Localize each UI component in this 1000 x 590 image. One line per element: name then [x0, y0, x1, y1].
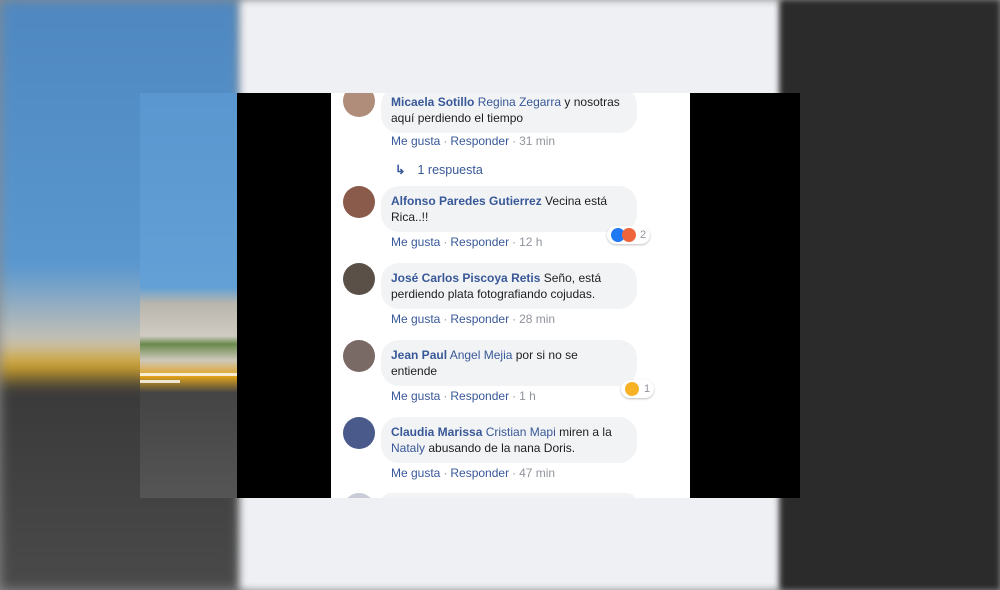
comment-author[interactable]: Micaela Sotillo [391, 95, 474, 109]
comment-bubble: Alfonso Paredes Gutierrez Vecina está Ri… [381, 186, 637, 232]
comment-actions: Me gusta · Responder · 1 h [391, 389, 536, 403]
avatar[interactable] [343, 493, 375, 498]
comments-panel: Micaela Sotillo Regina Zegarra y nosotra… [331, 93, 690, 498]
like-link[interactable]: Me gusta [391, 312, 440, 326]
tagged-user[interactable]: Angel Mejia [450, 348, 513, 362]
timestamp[interactable]: 12 h [519, 235, 542, 249]
view-replies-link[interactable]: ↳ 1 respuesta [395, 162, 483, 177]
timestamp[interactable]: 28 min [519, 312, 555, 326]
reply-link[interactable]: Responder [450, 389, 509, 403]
reply-link[interactable]: Responder [450, 466, 509, 480]
reaction-count[interactable]: 2 [607, 226, 651, 244]
avatar[interactable] [343, 93, 375, 117]
angry-reaction-icon [622, 228, 636, 242]
reply-arrow-icon: ↳ [395, 163, 406, 177]
screenshot-frame: Micaela Sotillo Regina Zegarra y nosotra… [140, 93, 800, 498]
reaction-count[interactable]: 1 [621, 380, 655, 398]
comment-author[interactable]: José Carlos Piscoya Retis [391, 271, 540, 285]
comment-bubble [381, 493, 637, 498]
avatar[interactable] [343, 417, 375, 449]
avatar[interactable] [343, 186, 375, 218]
comment-text: abusando de la nana Doris. [425, 441, 576, 455]
timestamp[interactable]: 47 min [519, 466, 555, 480]
street-photo [140, 93, 237, 498]
like-link[interactable]: Me gusta [391, 134, 440, 148]
comment-text-pre: miren a la [555, 425, 612, 439]
reply-link[interactable]: Responder [450, 235, 509, 249]
reply-link[interactable]: Responder [450, 134, 509, 148]
comment-bubble: Jean Paul Angel Mejia por si no se entie… [381, 340, 637, 386]
haha-reaction-icon [625, 382, 639, 396]
comment-author[interactable]: Jean Paul [391, 348, 447, 362]
comment-bubble: José Carlos Piscoya Retis Seño, está per… [381, 263, 637, 309]
comment-author[interactable]: Alfonso Paredes Gutierrez [391, 194, 542, 208]
tagged-user[interactable]: Regina Zegarra [478, 95, 561, 109]
tagged-user-2[interactable]: Nataly [391, 441, 425, 455]
timestamp[interactable]: 1 h [519, 389, 536, 403]
timestamp[interactable]: 31 min [519, 134, 555, 148]
reply-link[interactable]: Responder [450, 312, 509, 326]
comment-actions: Me gusta · Responder · 28 min [391, 312, 556, 326]
comment-bubble: Micaela Sotillo Regina Zegarra y nosotra… [381, 93, 637, 133]
like-link[interactable]: Me gusta [391, 466, 440, 480]
tagged-user[interactable]: Cristian Mapi [486, 425, 556, 439]
comment-actions: Me gusta · Responder · 12 h [391, 235, 543, 249]
comment-actions: Me gusta · Responder · 31 min [391, 134, 556, 148]
avatar[interactable] [343, 340, 375, 372]
like-link[interactable]: Me gusta [391, 389, 440, 403]
comment-bubble: Claudia Marissa Cristian Mapi miren a la… [381, 417, 637, 463]
comment-actions: Me gusta · Responder · 47 min [391, 466, 556, 480]
like-link[interactable]: Me gusta [391, 235, 440, 249]
avatar[interactable] [343, 263, 375, 295]
comment-author[interactable]: Claudia Marissa [391, 425, 482, 439]
